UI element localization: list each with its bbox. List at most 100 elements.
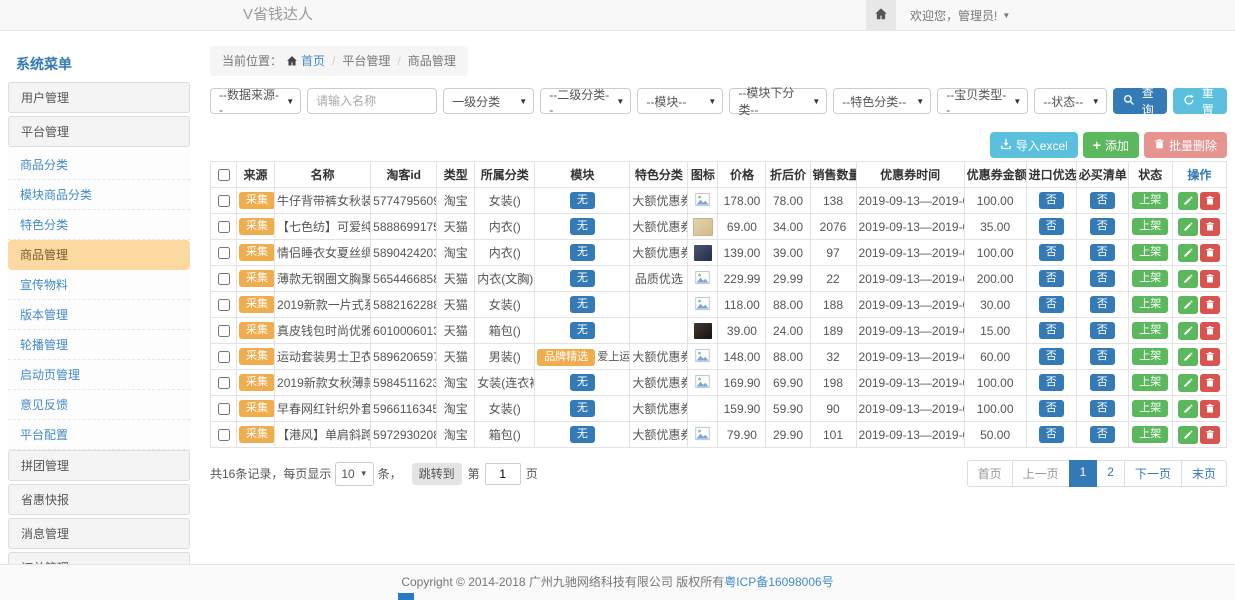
delete-button[interactable] [1200, 322, 1220, 340]
jump-page-input[interactable] [485, 463, 521, 485]
sidebar-item-平台配置[interactable]: 平台配置 [8, 420, 190, 450]
user-menu[interactable]: 欢迎您，管理员! ▼ [910, 7, 1010, 24]
page-button-1[interactable]: 1 [1069, 460, 1098, 487]
sidebar-item-轮播管理[interactable]: 轮播管理 [8, 330, 190, 360]
must-buy-toggle[interactable]: 否 [1090, 296, 1115, 313]
filter-select-2[interactable]: --二级分类--▼ [540, 88, 631, 114]
filter-select-1[interactable]: 一级分类▼ [443, 88, 534, 114]
must-buy-toggle[interactable]: 否 [1090, 348, 1115, 365]
edit-button[interactable] [1178, 244, 1198, 262]
delete-button[interactable] [1200, 374, 1220, 392]
jump-button[interactable]: 跳转到 [412, 463, 462, 485]
sidebar-item-商品管理[interactable]: 商品管理 [8, 240, 190, 270]
must-buy-toggle[interactable]: 否 [1090, 426, 1115, 443]
module-badge[interactable]: 无 [570, 374, 595, 391]
sidebar-item-商品分类[interactable]: 商品分类 [8, 150, 190, 180]
sidebar-item-宣传物料[interactable]: 宣传物料 [8, 270, 190, 300]
module-badge[interactable]: 无 [570, 296, 595, 313]
sidebar-item-用户管理[interactable]: 用户管理 [8, 82, 190, 113]
add-button[interactable]: + 添加 [1083, 132, 1139, 158]
status-badge[interactable]: 上架 [1132, 322, 1168, 339]
module-badge[interactable]: 品牌精选 [537, 349, 595, 366]
sidebar-item-版本管理[interactable]: 版本管理 [8, 300, 190, 330]
module-badge[interactable]: 无 [570, 322, 595, 339]
delete-button[interactable] [1200, 348, 1220, 366]
edit-button[interactable] [1178, 400, 1198, 418]
sidebar-item-模块商品分类[interactable]: 模块商品分类 [8, 180, 190, 210]
edit-button[interactable] [1178, 218, 1198, 236]
import-select-toggle[interactable]: 否 [1039, 322, 1064, 339]
status-badge[interactable]: 上架 [1132, 192, 1168, 209]
import-select-toggle[interactable]: 否 [1039, 270, 1064, 287]
breadcrumb-home-link[interactable]: 首页 [301, 54, 325, 68]
name-search-input[interactable] [307, 88, 437, 114]
filter-select-6[interactable]: --宝贝类型--▼ [937, 88, 1028, 114]
status-badge[interactable]: 上架 [1132, 400, 1168, 417]
edit-button[interactable] [1178, 322, 1198, 340]
must-buy-toggle[interactable]: 否 [1090, 244, 1115, 261]
must-buy-toggle[interactable]: 否 [1090, 374, 1115, 391]
delete-button[interactable] [1200, 244, 1220, 262]
status-badge[interactable]: 上架 [1132, 426, 1168, 443]
must-buy-toggle[interactable]: 否 [1090, 400, 1115, 417]
row-checkbox[interactable] [218, 221, 230, 233]
sidebar-item-消息管理[interactable]: 消息管理 [8, 518, 190, 549]
module-badge[interactable]: 无 [570, 192, 595, 209]
import-select-toggle[interactable]: 否 [1039, 244, 1064, 261]
delete-button[interactable] [1200, 400, 1220, 418]
icp-link[interactable]: 粤ICP备16098006号 [724, 575, 833, 589]
import-select-toggle[interactable]: 否 [1039, 426, 1064, 443]
import-select-toggle[interactable]: 否 [1039, 374, 1064, 391]
delete-button[interactable] [1200, 218, 1220, 236]
page-button-首页[interactable]: 首页 [967, 460, 1013, 487]
sidebar-item-特色分类[interactable]: 特色分类 [8, 210, 190, 240]
status-badge[interactable]: 上架 [1132, 348, 1168, 365]
edit-button[interactable] [1178, 374, 1198, 392]
edit-button[interactable] [1178, 296, 1198, 314]
status-badge[interactable]: 上架 [1132, 244, 1168, 261]
delete-button[interactable] [1200, 296, 1220, 314]
status-badge[interactable]: 上架 [1132, 296, 1168, 313]
page-button-2[interactable]: 2 [1096, 460, 1125, 487]
must-buy-toggle[interactable]: 否 [1090, 192, 1115, 209]
filter-select-4[interactable]: --模块下分类--▼ [729, 88, 827, 114]
filter-select-0[interactable]: --数据来源--▼ [210, 88, 301, 114]
sidebar-item-订单管理[interactable]: 订单管理 [8, 552, 190, 564]
delete-button[interactable] [1200, 192, 1220, 210]
edit-button[interactable] [1178, 270, 1198, 288]
module-badge[interactable]: 无 [570, 218, 595, 235]
row-checkbox[interactable] [218, 195, 230, 207]
import-select-toggle[interactable]: 否 [1039, 400, 1064, 417]
page-button-下一页[interactable]: 下一页 [1124, 460, 1182, 487]
status-badge[interactable]: 上架 [1132, 218, 1168, 235]
home-button[interactable] [866, 0, 896, 30]
must-buy-toggle[interactable]: 否 [1090, 218, 1115, 235]
sidebar-item-启动页管理[interactable]: 启动页管理 [8, 360, 190, 390]
module-badge[interactable]: 无 [570, 270, 595, 287]
row-checkbox[interactable] [218, 351, 230, 363]
per-page-select[interactable]: 10 ▼ [335, 462, 373, 486]
import-select-toggle[interactable]: 否 [1039, 296, 1064, 313]
edit-button[interactable] [1178, 426, 1198, 444]
module-badge[interactable]: 无 [570, 244, 595, 261]
filter-select-7[interactable]: --状态--▼ [1034, 88, 1106, 114]
row-checkbox[interactable] [218, 273, 230, 285]
sidebar-item-拼团管理[interactable]: 拼团管理 [8, 450, 190, 481]
sidebar-item-意见反馈[interactable]: 意见反馈 [8, 390, 190, 420]
delete-button[interactable] [1200, 270, 1220, 288]
row-checkbox[interactable] [218, 247, 230, 259]
must-buy-toggle[interactable]: 否 [1090, 322, 1115, 339]
module-badge[interactable]: 无 [570, 400, 595, 417]
status-badge[interactable]: 上架 [1132, 270, 1168, 287]
sidebar-item-省惠快报[interactable]: 省惠快报 [8, 484, 190, 515]
bulk-delete-button[interactable]: 批量删除 [1144, 132, 1227, 158]
row-checkbox[interactable] [218, 325, 230, 337]
page-button-末页[interactable]: 末页 [1181, 460, 1227, 487]
must-buy-toggle[interactable]: 否 [1090, 270, 1115, 287]
import-select-toggle[interactable]: 否 [1039, 218, 1064, 235]
select-all-checkbox[interactable] [218, 169, 230, 181]
search-button[interactable]: 查询 [1113, 88, 1167, 114]
status-badge[interactable]: 上架 [1132, 374, 1168, 391]
reset-button[interactable]: 重置 [1173, 88, 1227, 114]
filter-select-5[interactable]: --特色分类--▼ [833, 88, 931, 114]
